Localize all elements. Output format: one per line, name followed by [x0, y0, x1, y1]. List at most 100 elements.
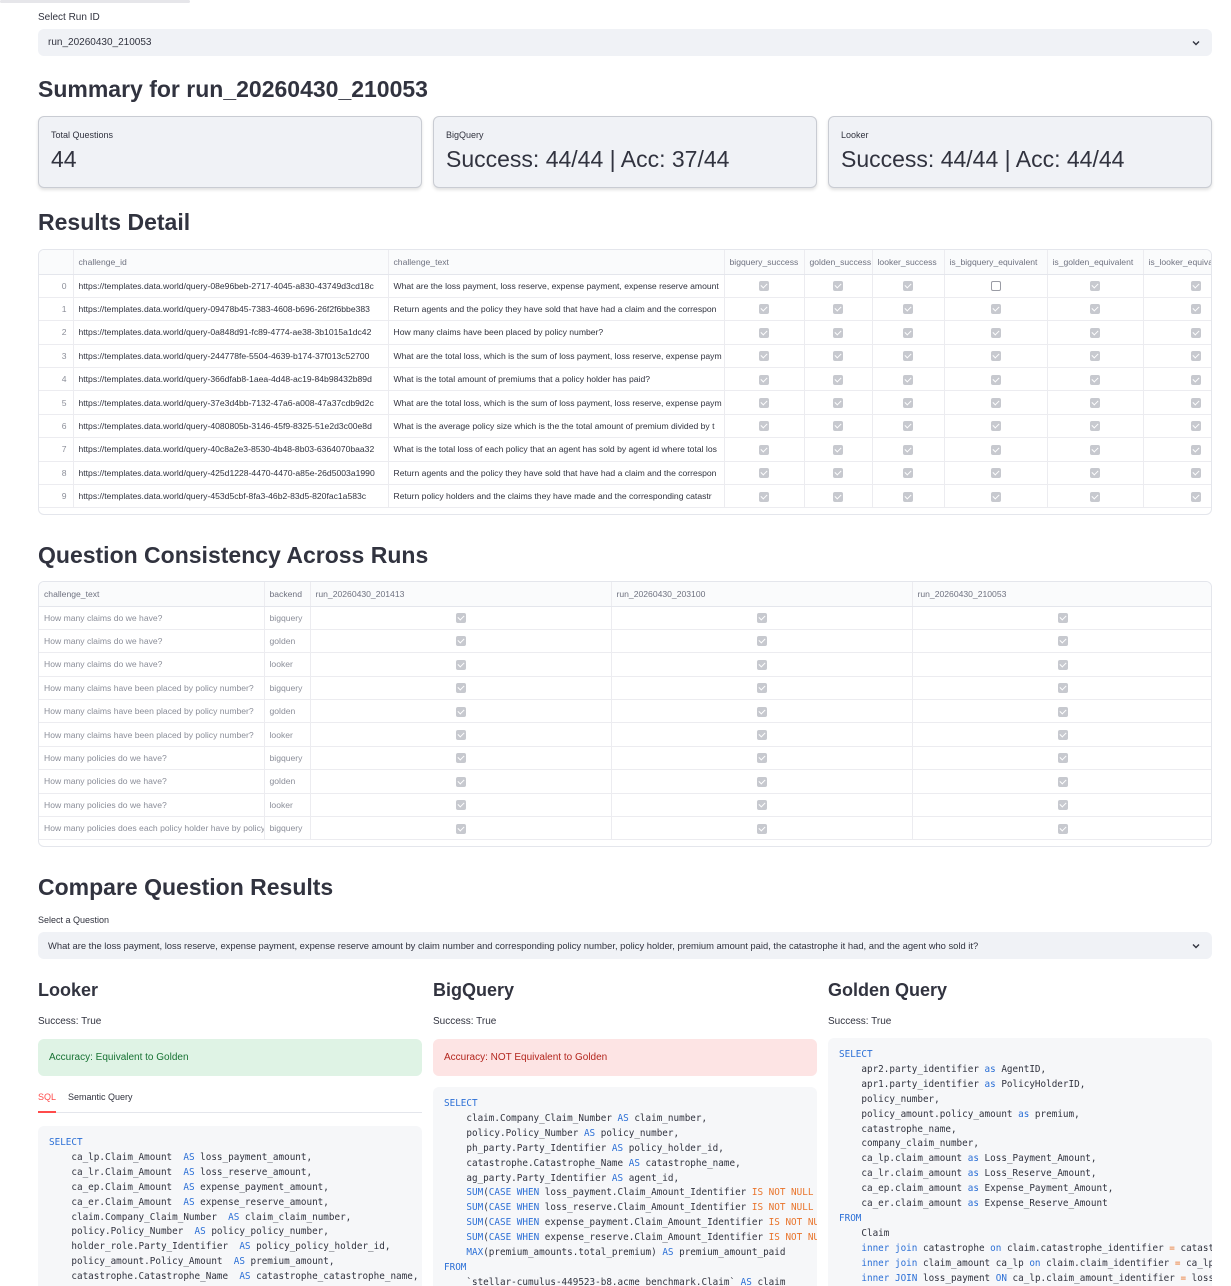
- checkbox-checked[interactable]: [756, 776, 767, 787]
- column-header[interactable]: run_20260430_201413: [310, 582, 612, 607]
- checkbox-checked[interactable]: [455, 683, 466, 694]
- table-row[interactable]: How many policies does each policy holde…: [39, 816, 1211, 841]
- table-row[interactable]: 5 https://templates.data.world/query-37e3…: [39, 390, 1211, 415]
- checkbox-checked[interactable]: [455, 659, 466, 670]
- checkbox-checked[interactable]: [756, 659, 767, 670]
- checkbox-checked[interactable]: [756, 823, 767, 834]
- results-detail-table[interactable]: challenge_id challenge_text bigquery_suc…: [38, 249, 1212, 515]
- checkbox-checked[interactable]: [455, 730, 466, 741]
- checkbox-checked[interactable]: [756, 683, 767, 694]
- checkbox-checked[interactable]: [990, 398, 1001, 409]
- checkbox-checked[interactable]: [903, 491, 913, 502]
- checkbox-checked[interactable]: [455, 823, 466, 834]
- checkbox-checked[interactable]: [1191, 327, 1201, 338]
- checkbox-checked[interactable]: [833, 281, 843, 292]
- checkbox-checked[interactable]: [990, 374, 1001, 385]
- checkbox-checked[interactable]: [990, 444, 1001, 455]
- checkbox-checked[interactable]: [759, 281, 769, 292]
- table-row[interactable]: How many claims have been placed by poli…: [39, 676, 1211, 701]
- tab-sql[interactable]: SQL: [38, 1092, 57, 1113]
- checkbox-checked[interactable]: [903, 398, 913, 409]
- checkbox-checked[interactable]: [759, 327, 769, 338]
- table-row[interactable]: 1 https://templates.data.world/query-0947…: [39, 297, 1211, 322]
- checkbox-checked[interactable]: [1057, 659, 1068, 670]
- checkbox-checked[interactable]: [903, 374, 913, 385]
- checkbox-checked[interactable]: [759, 304, 769, 315]
- checkbox-checked[interactable]: [1090, 327, 1100, 338]
- checkbox-checked[interactable]: [1057, 683, 1068, 694]
- checkbox-checked[interactable]: [1191, 444, 1201, 455]
- checkbox-checked[interactable]: [1090, 491, 1100, 502]
- table-row[interactable]: 9 https://templates.data.world/query-453d…: [39, 484, 1211, 509]
- checkbox-checked[interactable]: [833, 304, 843, 315]
- checkbox-checked[interactable]: [1191, 468, 1201, 479]
- checkbox-checked[interactable]: [759, 468, 769, 479]
- checkbox-checked[interactable]: [455, 613, 466, 624]
- checkbox-unchecked[interactable]: [990, 281, 1001, 292]
- checkbox-checked[interactable]: [1191, 491, 1201, 502]
- checkbox-checked[interactable]: [1090, 281, 1100, 292]
- column-header[interactable]: is_looker_equiva: [1143, 250, 1211, 275]
- checkbox-checked[interactable]: [756, 800, 767, 811]
- column-header[interactable]: challenge_text: [39, 582, 265, 607]
- checkbox-checked[interactable]: [903, 351, 913, 362]
- checkbox-checked[interactable]: [1090, 468, 1100, 479]
- checkbox-checked[interactable]: [759, 398, 769, 409]
- checkbox-checked[interactable]: [990, 304, 1001, 315]
- column-header[interactable]: challenge_text: [388, 250, 725, 275]
- table-row[interactable]: How many policies do we have? golden: [39, 769, 1211, 794]
- checkbox-checked[interactable]: [1090, 398, 1100, 409]
- checkbox-checked[interactable]: [1090, 374, 1100, 385]
- checkbox-checked[interactable]: [455, 753, 466, 764]
- table-row[interactable]: 2 https://templates.data.world/query-0a84…: [39, 320, 1211, 345]
- checkbox-checked[interactable]: [1057, 730, 1068, 741]
- table-row[interactable]: How many claims do we have? bigquery: [39, 606, 1211, 630]
- column-header[interactable]: run_20260430_203100: [611, 582, 913, 607]
- checkbox-checked[interactable]: [1191, 351, 1201, 362]
- table-row[interactable]: How many claims do we have? looker: [39, 652, 1211, 677]
- table-row[interactable]: 4 https://templates.data.world/query-366d…: [39, 367, 1211, 392]
- checkbox-checked[interactable]: [1191, 304, 1201, 315]
- checkbox-checked[interactable]: [759, 444, 769, 455]
- checkbox-checked[interactable]: [1090, 421, 1100, 432]
- checkbox-checked[interactable]: [455, 800, 466, 811]
- checkbox-checked[interactable]: [990, 351, 1001, 362]
- checkbox-checked[interactable]: [903, 281, 913, 292]
- checkbox-checked[interactable]: [903, 444, 913, 455]
- checkbox-checked[interactable]: [455, 706, 466, 717]
- checkbox-checked[interactable]: [1191, 281, 1201, 292]
- checkbox-checked[interactable]: [833, 421, 843, 432]
- question-select[interactable]: What are the loss payment, loss reserve,…: [38, 932, 1212, 959]
- column-header[interactable]: run_20260430_210053: [912, 582, 1211, 607]
- checkbox-checked[interactable]: [833, 468, 843, 479]
- checkbox-checked[interactable]: [756, 753, 767, 764]
- checkbox-checked[interactable]: [1057, 776, 1068, 787]
- checkbox-checked[interactable]: [759, 491, 769, 502]
- checkbox-checked[interactable]: [990, 468, 1001, 479]
- checkbox-checked[interactable]: [1191, 374, 1201, 385]
- checkbox-checked[interactable]: [756, 706, 767, 717]
- checkbox-checked[interactable]: [903, 327, 913, 338]
- table-row[interactable]: How many claims have been placed by poli…: [39, 722, 1211, 747]
- checkbox-checked[interactable]: [990, 491, 1001, 502]
- checkbox-checked[interactable]: [1090, 304, 1100, 315]
- checkbox-checked[interactable]: [455, 776, 466, 787]
- checkbox-checked[interactable]: [903, 421, 913, 432]
- checkbox-checked[interactable]: [903, 468, 913, 479]
- checkbox-checked[interactable]: [833, 444, 843, 455]
- table-row[interactable]: 8 https://templates.data.world/query-425d…: [39, 461, 1211, 486]
- checkbox-checked[interactable]: [756, 613, 767, 624]
- checkbox-checked[interactable]: [833, 351, 843, 362]
- column-header[interactable]: challenge_id: [73, 250, 389, 275]
- table-row[interactable]: 7 https://templates.data.world/query-40c8…: [39, 437, 1211, 462]
- table-row[interactable]: 0 https://templates.data.world/query-08e9…: [39, 274, 1211, 298]
- tab-semantic-query[interactable]: Semantic Query: [68, 1092, 133, 1112]
- checkbox-checked[interactable]: [1057, 823, 1068, 834]
- consistency-table[interactable]: challenge_text backend run_20260430_2014…: [38, 581, 1212, 847]
- column-header[interactable]: is_bigquery_equivalent: [944, 250, 1048, 275]
- checkbox-checked[interactable]: [833, 327, 843, 338]
- checkbox-checked[interactable]: [990, 327, 1001, 338]
- column-header[interactable]: looker_success: [872, 250, 945, 275]
- checkbox-checked[interactable]: [759, 351, 769, 362]
- checkbox-checked[interactable]: [833, 398, 843, 409]
